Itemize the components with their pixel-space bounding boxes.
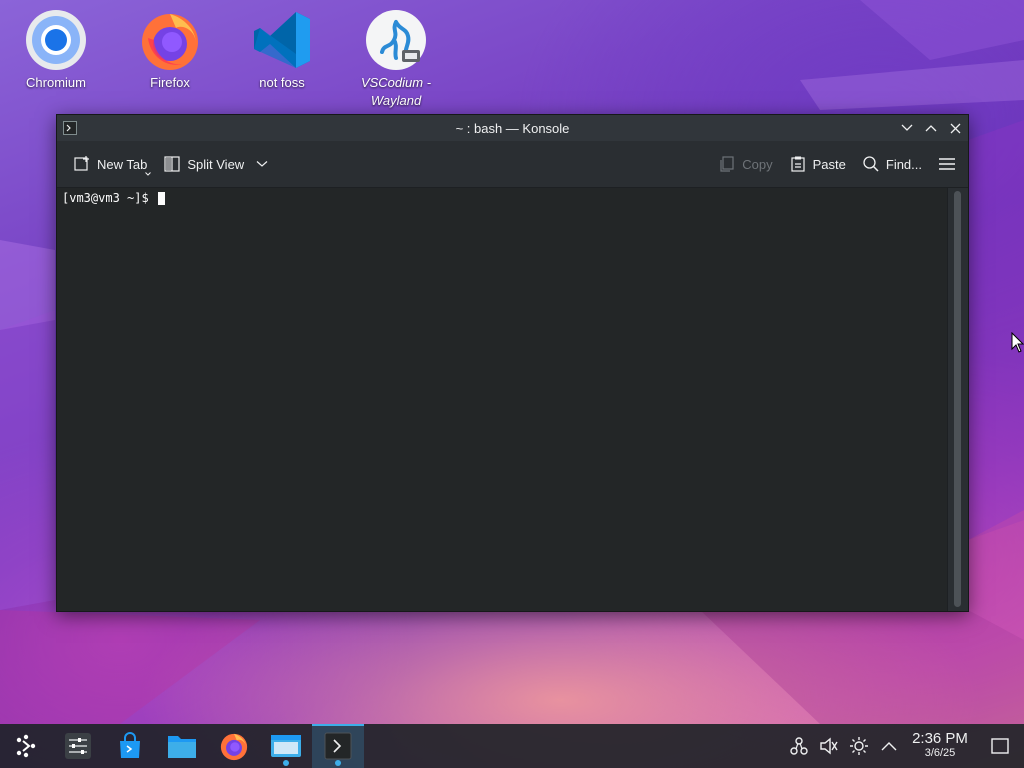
- window-icon: [271, 735, 301, 757]
- search-icon: [863, 156, 879, 172]
- scrollbar-thumb[interactable]: [954, 191, 961, 607]
- digital-clock[interactable]: 2:36 PM 3/6/25: [904, 731, 976, 761]
- store-bag-icon: [120, 732, 140, 758]
- tray-expand[interactable]: [874, 724, 904, 768]
- copy-button[interactable]: Copy: [710, 148, 780, 180]
- vscodium-icon: [364, 8, 428, 72]
- paste-label: Paste: [812, 156, 846, 172]
- chromium-icon: [24, 8, 88, 72]
- running-indicator: [335, 760, 341, 766]
- folder-icon: [168, 736, 196, 758]
- firefox-icon: [138, 8, 202, 72]
- clock-time: 2:36 PM: [912, 730, 968, 747]
- terminal-area[interactable]: [vm3@vm3 ~]$: [57, 188, 947, 611]
- close-icon: [950, 123, 960, 133]
- split-view-label: Split View: [187, 156, 245, 172]
- paste-icon: [791, 156, 805, 172]
- taskbar-firefox[interactable]: [208, 724, 260, 768]
- chevron-up-icon: [925, 125, 937, 132]
- desktop-icon-label: Chromium: [26, 75, 86, 90]
- shell-prompt: [vm3@vm3 ~]$: [62, 191, 156, 205]
- paste-button[interactable]: Paste: [781, 148, 854, 180]
- taskbar-discover[interactable]: [104, 724, 156, 768]
- taskbar-dolphin[interactable]: [156, 724, 208, 768]
- konsole-window: ~ : bash — Konsole New Tab Split View Co…: [56, 114, 969, 612]
- vscode-icon: [250, 8, 314, 72]
- copy-label: Copy: [742, 156, 773, 172]
- show-desktop-button[interactable]: [976, 724, 1024, 768]
- taskbar-file-manager-window[interactable]: [260, 724, 312, 768]
- minimize-button[interactable]: [898, 118, 916, 138]
- hamburger-menu-icon: [939, 158, 955, 170]
- maximize-button[interactable]: [922, 118, 940, 138]
- running-indicator: [283, 760, 289, 766]
- desktop-icon-label: Firefox: [150, 75, 190, 90]
- new-tab-button[interactable]: New Tab: [65, 148, 155, 180]
- mouse-pointer-icon: [1011, 332, 1024, 353]
- desktop-icon-chromium[interactable]: Chromium: [8, 8, 104, 92]
- clock-date: 3/6/25: [924, 747, 956, 759]
- split-view-button[interactable]: Split View: [155, 148, 276, 180]
- find-button[interactable]: Find...: [854, 148, 930, 180]
- expand-tray-icon: [881, 742, 897, 751]
- taskbar-konsole[interactable]: [312, 724, 364, 768]
- chevron-down-icon: [901, 124, 913, 131]
- text-cursor: [157, 191, 165, 205]
- new-tab-icon: [74, 156, 89, 171]
- desktop-icon-vscodium-wayland[interactable]: VSCodium - Wayland: [348, 8, 444, 110]
- tray-network[interactable]: [784, 724, 814, 768]
- network-icon: [790, 737, 808, 755]
- desktop-icon-label: not foss: [259, 75, 305, 90]
- brightness-icon: [850, 737, 868, 755]
- hamburger-menu-button[interactable]: [930, 148, 964, 180]
- taskbar-system-settings[interactable]: [52, 724, 104, 768]
- prompt-line: [vm3@vm3 ~]$: [62, 191, 165, 205]
- terminal-icon: [324, 732, 352, 760]
- tray-brightness[interactable]: [844, 724, 874, 768]
- chevron-down-icon: [256, 161, 268, 167]
- split-view-icon: [164, 156, 180, 172]
- application-launcher-button[interactable]: [0, 724, 52, 768]
- new-tab-label: New Tab: [97, 156, 148, 172]
- terminal-scrollbar[interactable]: [947, 188, 968, 611]
- desktop-icon-not-foss[interactable]: not foss: [234, 8, 330, 92]
- system-tray: 2:36 PM 3/6/25: [784, 724, 1024, 768]
- show-desktop-icon: [991, 738, 1009, 754]
- window-title: ~ : bash — Konsole: [455, 120, 570, 136]
- close-button[interactable]: [946, 118, 964, 138]
- firefox-icon: [220, 733, 248, 761]
- desktop-icon-firefox[interactable]: Firefox: [122, 8, 218, 92]
- chevron-down-icon: [145, 172, 152, 176]
- kde-launcher-icon: [16, 734, 36, 758]
- window-titlebar[interactable]: ~ : bash — Konsole: [57, 115, 968, 141]
- tray-volume[interactable]: [814, 724, 844, 768]
- volume-muted-icon: [820, 737, 838, 755]
- konsole-icon: [63, 121, 77, 135]
- desktop-icon-label: VSCodium - Wayland: [360, 75, 432, 108]
- konsole-toolbar: New Tab Split View Copy Paste Find...: [57, 141, 968, 188]
- taskbar: 2:36 PM 3/6/25: [0, 724, 1024, 768]
- find-label: Find...: [885, 156, 922, 172]
- settings-sliders-icon: [65, 733, 91, 759]
- copy-icon: [720, 156, 734, 172]
